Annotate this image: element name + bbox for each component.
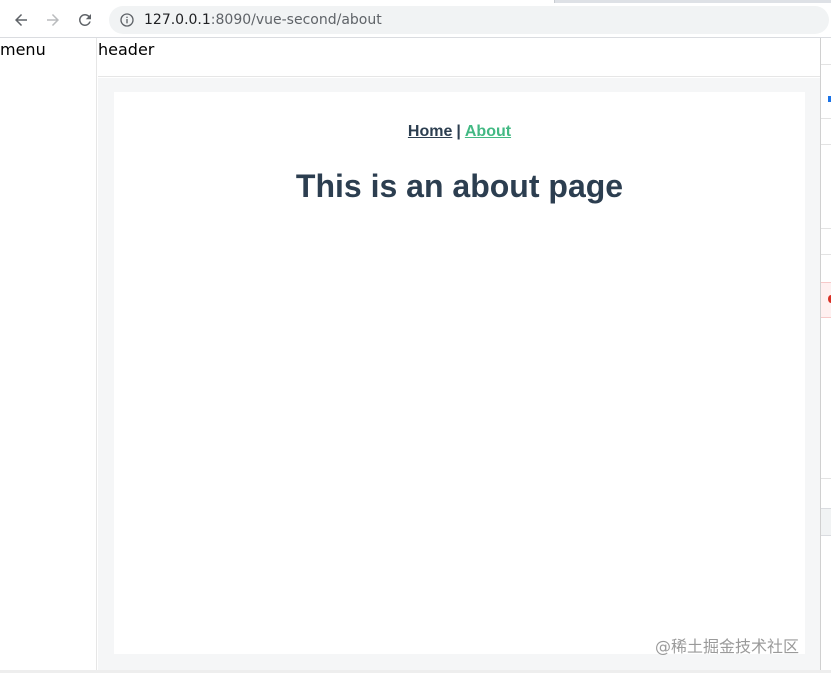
main-area: Home | About This is an about page bbox=[98, 78, 820, 673]
url-path: :8090/vue-second/about bbox=[210, 12, 382, 28]
back-arrow-icon bbox=[15, 14, 27, 26]
devtools-panel-edge[interactable] bbox=[820, 38, 831, 673]
menu-column: menu bbox=[0, 38, 97, 673]
devtools-row bbox=[821, 478, 831, 479]
devtools-row bbox=[821, 118, 831, 119]
back-button[interactable] bbox=[7, 6, 35, 34]
devtools-row bbox=[821, 144, 831, 145]
address-bar[interactable]: 127.0.0.1:8090/vue-second/about bbox=[109, 6, 829, 34]
devtools-error-row bbox=[821, 282, 831, 318]
devtools-row bbox=[821, 228, 831, 229]
reload-icon bbox=[78, 13, 91, 26]
url-host: 127.0.0.1 bbox=[144, 12, 211, 28]
home-link[interactable]: Home bbox=[408, 123, 452, 140]
devtools-row bbox=[821, 64, 831, 65]
router-nav: Home | About bbox=[114, 123, 805, 141]
header-bar: header bbox=[98, 38, 820, 77]
browser-toolbar: 127.0.0.1:8090/vue-second/about bbox=[0, 3, 831, 38]
reload-button[interactable] bbox=[71, 6, 99, 34]
header-label: header bbox=[98, 40, 155, 59]
nav-separator: | bbox=[456, 123, 461, 140]
forward-arrow-icon bbox=[47, 14, 59, 26]
about-link[interactable]: About bbox=[465, 123, 511, 140]
info-icon[interactable] bbox=[119, 12, 135, 28]
page-title: This is an about page bbox=[295, 168, 624, 204]
content-card: Home | About This is an about page bbox=[114, 92, 805, 654]
forward-button[interactable] bbox=[39, 6, 67, 34]
watermark: @稀土掘金技术社区 bbox=[655, 637, 800, 656]
devtools-row bbox=[821, 254, 831, 255]
page-viewport: menu header Home | About This is an about … bbox=[0, 38, 831, 673]
menu-label: menu bbox=[0, 40, 46, 59]
devtools-row bbox=[821, 508, 831, 536]
